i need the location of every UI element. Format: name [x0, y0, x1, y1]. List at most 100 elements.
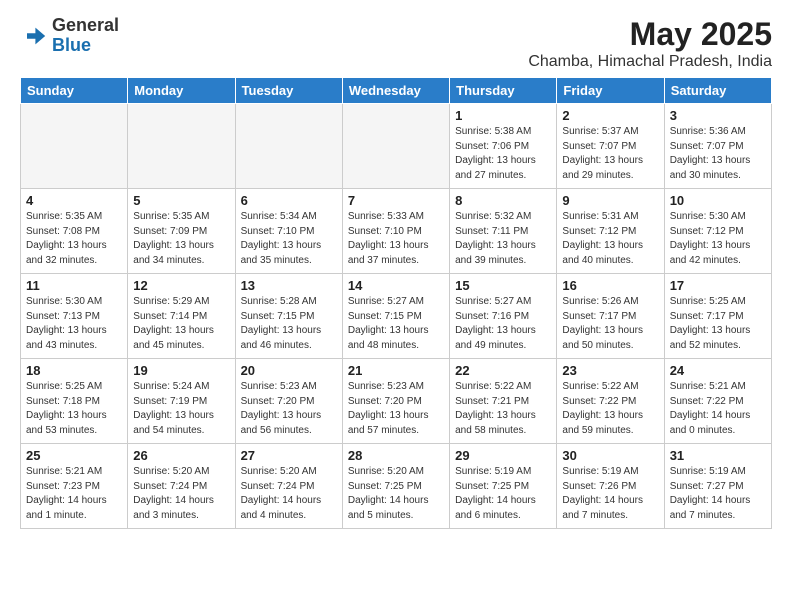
day-number: 6 [241, 193, 337, 208]
day-cell: 11 Sunrise: 5:30 AM Sunset: 7:13 PM Dayli… [21, 274, 128, 359]
header: General Blue May 2025 Chamba, Himachal P… [20, 16, 772, 71]
day-info: Sunrise: 5:19 AM Sunset: 7:25 PM Dayligh… [455, 465, 551, 523]
week-row-1: 1 Sunrise: 5:38 AM Sunset: 7:06 PM Daylig… [21, 104, 772, 189]
day-info: Sunrise: 5:35 AM Sunset: 7:08 PM Dayligh… [26, 210, 122, 268]
day-number: 31 [670, 448, 766, 463]
week-row-5: 25 Sunrise: 5:21 AM Sunset: 7:23 PM Dayli… [21, 444, 772, 529]
weekday-header-thursday: Thursday [450, 78, 557, 104]
day-info: Sunrise: 5:21 AM Sunset: 7:22 PM Dayligh… [670, 380, 766, 438]
day-number: 19 [133, 363, 229, 378]
day-info: Sunrise: 5:33 AM Sunset: 7:10 PM Dayligh… [348, 210, 444, 268]
week-row-3: 11 Sunrise: 5:30 AM Sunset: 7:13 PM Dayli… [21, 274, 772, 359]
day-cell: 25 Sunrise: 5:21 AM Sunset: 7:23 PM Dayli… [21, 444, 128, 529]
logo-text-blue: Blue [52, 36, 119, 56]
day-cell: 3 Sunrise: 5:36 AM Sunset: 7:07 PM Daylig… [664, 104, 771, 189]
logo-icon [20, 22, 48, 50]
day-number: 23 [562, 363, 658, 378]
weekday-header-row: SundayMondayTuesdayWednesdayThursdayFrid… [21, 78, 772, 104]
day-info: Sunrise: 5:38 AM Sunset: 7:06 PM Dayligh… [455, 125, 551, 183]
day-number: 18 [26, 363, 122, 378]
day-cell: 5 Sunrise: 5:35 AM Sunset: 7:09 PM Daylig… [128, 189, 235, 274]
weekday-header-tuesday: Tuesday [235, 78, 342, 104]
location-title: Chamba, Himachal Pradesh, India [528, 53, 772, 71]
day-info: Sunrise: 5:21 AM Sunset: 7:23 PM Dayligh… [26, 465, 122, 523]
weekday-header-sunday: Sunday [21, 78, 128, 104]
day-number: 16 [562, 278, 658, 293]
day-cell: 23 Sunrise: 5:22 AM Sunset: 7:22 PM Dayli… [557, 359, 664, 444]
day-number: 2 [562, 108, 658, 123]
day-info: Sunrise: 5:20 AM Sunset: 7:24 PM Dayligh… [241, 465, 337, 523]
weekday-header-saturday: Saturday [664, 78, 771, 104]
day-cell: 9Sunrise: 5:31 AM Sunset: 7:12 PM Daylig… [557, 189, 664, 274]
day-cell: 6 Sunrise: 5:34 AM Sunset: 7:10 PM Daylig… [235, 189, 342, 274]
day-number: 29 [455, 448, 551, 463]
weekday-header-friday: Friday [557, 78, 664, 104]
day-number: 12 [133, 278, 229, 293]
day-info: Sunrise: 5:27 AM Sunset: 7:16 PM Dayligh… [455, 295, 551, 353]
day-info: Sunrise: 5:34 AM Sunset: 7:10 PM Dayligh… [241, 210, 337, 268]
day-number: 7 [348, 193, 444, 208]
day-cell: 14 Sunrise: 5:27 AM Sunset: 7:15 PM Dayli… [342, 274, 449, 359]
day-info: Sunrise: 5:26 AM Sunset: 7:17 PM Dayligh… [562, 295, 658, 353]
logo: General Blue [20, 16, 119, 56]
day-cell: 17Sunrise: 5:25 AM Sunset: 7:17 PM Dayli… [664, 274, 771, 359]
day-number: 9 [562, 193, 658, 208]
day-cell: 28 Sunrise: 5:20 AM Sunset: 7:25 PM Dayli… [342, 444, 449, 529]
day-cell: 2Sunrise: 5:37 AM Sunset: 7:07 PM Daylig… [557, 104, 664, 189]
day-info: Sunrise: 5:19 AM Sunset: 7:27 PM Dayligh… [670, 465, 766, 523]
day-number: 26 [133, 448, 229, 463]
day-info: Sunrise: 5:22 AM Sunset: 7:21 PM Dayligh… [455, 380, 551, 438]
day-info: Sunrise: 5:29 AM Sunset: 7:14 PM Dayligh… [133, 295, 229, 353]
day-number: 25 [26, 448, 122, 463]
day-info: Sunrise: 5:23 AM Sunset: 7:20 PM Dayligh… [241, 380, 337, 438]
day-cell: 18 Sunrise: 5:25 AM Sunset: 7:18 PM Dayli… [21, 359, 128, 444]
day-number: 22 [455, 363, 551, 378]
day-cell: 22 Sunrise: 5:22 AM Sunset: 7:21 PM Dayli… [450, 359, 557, 444]
day-number: 30 [562, 448, 658, 463]
day-info: Sunrise: 5:27 AM Sunset: 7:15 PM Dayligh… [348, 295, 444, 353]
day-info: Sunrise: 5:25 AM Sunset: 7:17 PM Dayligh… [670, 295, 766, 353]
day-cell: 31 Sunrise: 5:19 AM Sunset: 7:27 PM Dayli… [664, 444, 771, 529]
weekday-header-wednesday: Wednesday [342, 78, 449, 104]
day-cell [21, 104, 128, 189]
day-number: 3 [670, 108, 766, 123]
day-info: Sunrise: 5:20 AM Sunset: 7:25 PM Dayligh… [348, 465, 444, 523]
week-row-4: 18 Sunrise: 5:25 AM Sunset: 7:18 PM Dayli… [21, 359, 772, 444]
day-cell: 13Sunrise: 5:28 AM Sunset: 7:15 PM Dayli… [235, 274, 342, 359]
day-cell: 7 Sunrise: 5:33 AM Sunset: 7:10 PM Daylig… [342, 189, 449, 274]
day-info: Sunrise: 5:23 AM Sunset: 7:20 PM Dayligh… [348, 380, 444, 438]
day-number: 28 [348, 448, 444, 463]
day-cell [342, 104, 449, 189]
day-number: 14 [348, 278, 444, 293]
month-title: May 2025 [528, 16, 772, 53]
day-number: 21 [348, 363, 444, 378]
day-cell: 24Sunrise: 5:21 AM Sunset: 7:22 PM Dayli… [664, 359, 771, 444]
day-cell: 27Sunrise: 5:20 AM Sunset: 7:24 PM Dayli… [235, 444, 342, 529]
day-info: Sunrise: 5:20 AM Sunset: 7:24 PM Dayligh… [133, 465, 229, 523]
day-info: Sunrise: 5:22 AM Sunset: 7:22 PM Dayligh… [562, 380, 658, 438]
title-area: May 2025 Chamba, Himachal Pradesh, India [528, 16, 772, 71]
day-cell [128, 104, 235, 189]
day-cell: 26 Sunrise: 5:20 AM Sunset: 7:24 PM Dayli… [128, 444, 235, 529]
day-info: Sunrise: 5:36 AM Sunset: 7:07 PM Dayligh… [670, 125, 766, 183]
day-number: 10 [670, 193, 766, 208]
day-cell: 20Sunrise: 5:23 AM Sunset: 7:20 PM Dayli… [235, 359, 342, 444]
day-number: 15 [455, 278, 551, 293]
week-row-2: 4Sunrise: 5:35 AM Sunset: 7:08 PM Daylig… [21, 189, 772, 274]
day-info: Sunrise: 5:28 AM Sunset: 7:15 PM Dayligh… [241, 295, 337, 353]
day-info: Sunrise: 5:30 AM Sunset: 7:13 PM Dayligh… [26, 295, 122, 353]
day-number: 11 [26, 278, 122, 293]
day-info: Sunrise: 5:19 AM Sunset: 7:26 PM Dayligh… [562, 465, 658, 523]
day-number: 1 [455, 108, 551, 123]
day-info: Sunrise: 5:35 AM Sunset: 7:09 PM Dayligh… [133, 210, 229, 268]
day-info: Sunrise: 5:25 AM Sunset: 7:18 PM Dayligh… [26, 380, 122, 438]
day-info: Sunrise: 5:24 AM Sunset: 7:19 PM Dayligh… [133, 380, 229, 438]
day-number: 5 [133, 193, 229, 208]
logo-text-general: General [52, 16, 119, 36]
day-cell: 8Sunrise: 5:32 AM Sunset: 7:11 PM Daylig… [450, 189, 557, 274]
day-cell: 21 Sunrise: 5:23 AM Sunset: 7:20 PM Dayli… [342, 359, 449, 444]
day-cell: 29 Sunrise: 5:19 AM Sunset: 7:25 PM Dayli… [450, 444, 557, 529]
day-cell: 12 Sunrise: 5:29 AM Sunset: 7:14 PM Dayli… [128, 274, 235, 359]
weekday-header-monday: Monday [128, 78, 235, 104]
day-cell: 15 Sunrise: 5:27 AM Sunset: 7:16 PM Dayli… [450, 274, 557, 359]
